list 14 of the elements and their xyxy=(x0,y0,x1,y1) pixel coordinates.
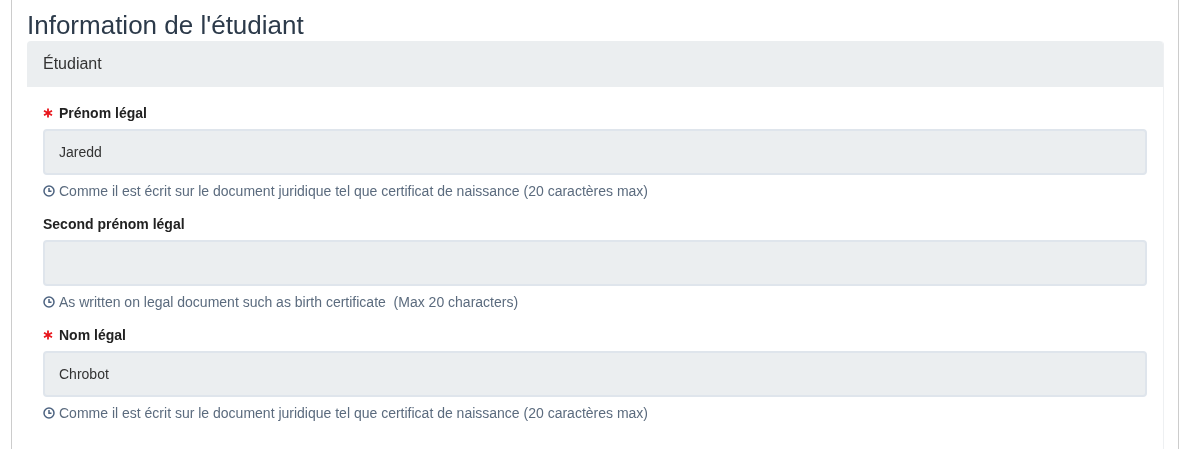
help-text: Comme il est écrit sur le document juridique tel que certificat de naissance (20 caractères max) xyxy=(59,404,649,421)
input-field[interactable]: Jaredd xyxy=(43,129,1147,175)
clock-icon xyxy=(43,184,55,197)
clock-icon xyxy=(43,295,55,308)
field-label: Nom légal xyxy=(59,327,126,343)
page-title: Information de l'étudiant xyxy=(27,9,305,41)
input-field[interactable]: Chrobot xyxy=(43,351,1147,397)
field-label: Second prénom légal xyxy=(43,216,185,232)
clock-icon xyxy=(43,406,55,419)
input-field[interactable] xyxy=(43,240,1147,286)
field-label: Prénom légal xyxy=(59,105,147,121)
help-text: Comme il est écrit sur le document juridique tel que certificat de naissance (20 caractères max) xyxy=(59,182,649,199)
help-text: As written on legal document such as birth certificate (Max 20 characters) xyxy=(59,293,519,310)
panel-heading: Étudiant xyxy=(27,41,1163,87)
